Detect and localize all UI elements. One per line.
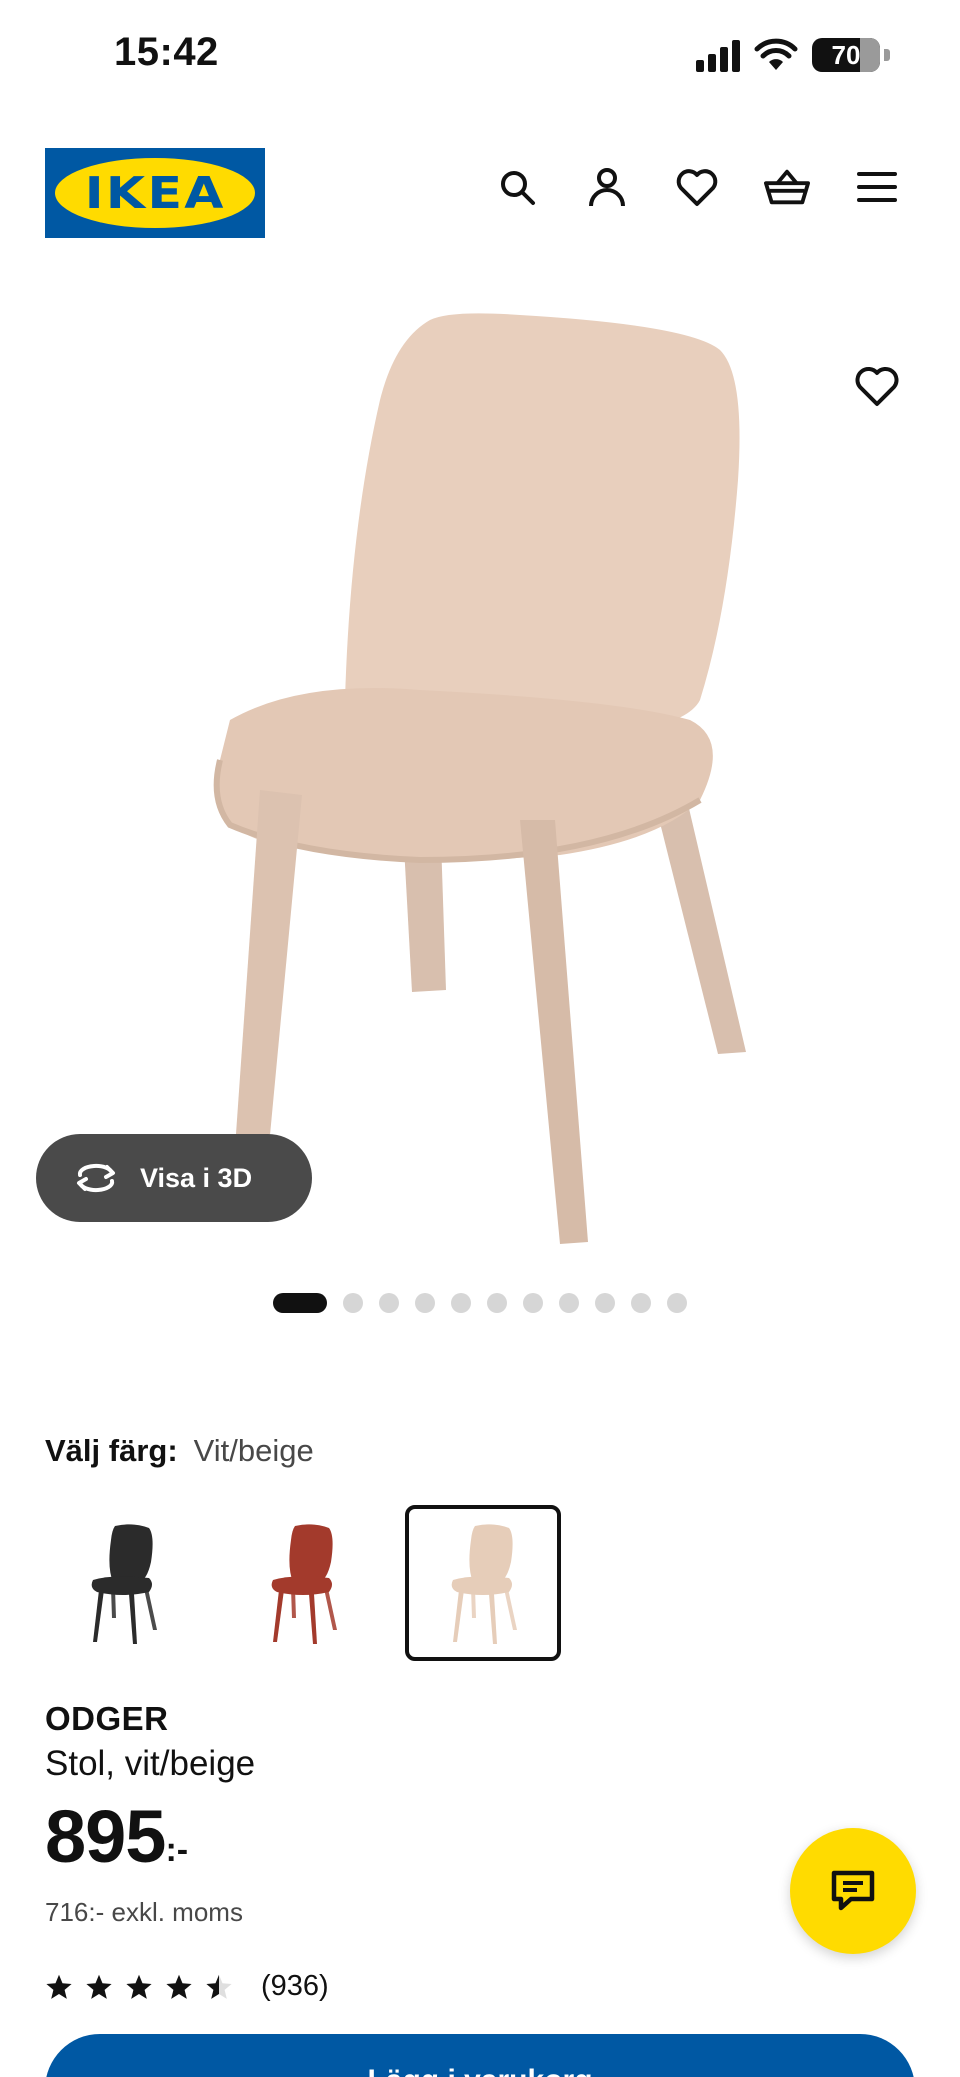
carousel-dot[interactable] bbox=[595, 1293, 615, 1313]
price-suffix: :- bbox=[165, 1831, 189, 1869]
header: IKEA bbox=[0, 140, 960, 240]
product-image[interactable] bbox=[0, 280, 960, 1260]
add-to-cart-label: Lägg i varukorg bbox=[367, 2064, 592, 2077]
basket-icon[interactable] bbox=[764, 164, 810, 210]
chair-thumbnail bbox=[451, 1524, 517, 1644]
star-icon bbox=[166, 1974, 192, 1999]
price-amount: 895 bbox=[45, 1795, 166, 1878]
chair-image bbox=[213, 313, 746, 1244]
rating-stars bbox=[45, 1973, 233, 2001]
battery-cap bbox=[884, 49, 890, 61]
star-icon bbox=[206, 1974, 232, 1999]
favorite-heart-icon[interactable] bbox=[854, 365, 900, 411]
status-time: 15:42 bbox=[114, 30, 219, 74]
price-excl-vat: 716:- exkl. moms bbox=[45, 1897, 243, 1927]
color-value: Vit/beige bbox=[193, 1433, 314, 1468]
status-bar: 15:42 70 bbox=[0, 0, 960, 115]
battery-icon: 70 bbox=[812, 38, 880, 72]
carousel-dot[interactable] bbox=[667, 1293, 687, 1313]
color-selector-label-row: Välj färg: Vit/beige bbox=[45, 1433, 314, 1469]
carousel-dot[interactable] bbox=[343, 1293, 363, 1313]
logo-oval: IKEA bbox=[55, 158, 255, 228]
color-swatch-red[interactable] bbox=[225, 1505, 381, 1661]
status-icons: 70 bbox=[696, 38, 890, 72]
star-icon bbox=[86, 1974, 112, 1999]
star-icon bbox=[46, 1974, 72, 1999]
rotate-3d-icon bbox=[77, 1163, 115, 1193]
signal-icon bbox=[696, 38, 740, 72]
color-label: Välj färg: bbox=[45, 1433, 178, 1468]
header-icons bbox=[494, 164, 900, 210]
view-3d-button[interactable]: Visa i 3D bbox=[36, 1134, 312, 1222]
product-description: Stol, vit/beige bbox=[45, 1744, 256, 1783]
color-swatches bbox=[45, 1505, 561, 1661]
search-icon[interactable] bbox=[494, 164, 540, 210]
ikea-logo[interactable]: IKEA bbox=[45, 148, 265, 238]
logo-text: IKEA bbox=[84, 167, 226, 219]
color-swatch-white-beige[interactable] bbox=[405, 1505, 561, 1661]
menu-icon[interactable] bbox=[854, 164, 900, 210]
review-count[interactable]: (936) bbox=[261, 1970, 329, 2003]
product-rating[interactable]: (936) bbox=[45, 1970, 329, 2003]
chair-thumbnail bbox=[271, 1524, 337, 1644]
carousel-dot[interactable] bbox=[631, 1293, 651, 1313]
color-swatch-black[interactable] bbox=[45, 1505, 201, 1661]
carousel-dot[interactable] bbox=[559, 1293, 579, 1313]
battery-percent: 70 bbox=[831, 39, 861, 70]
view-3d-label: Visa i 3D bbox=[140, 1162, 253, 1193]
carousel-dot[interactable] bbox=[273, 1293, 327, 1313]
carousel-dot[interactable] bbox=[379, 1293, 399, 1313]
carousel-dot[interactable] bbox=[523, 1293, 543, 1313]
chair-thumbnail bbox=[91, 1524, 157, 1644]
carousel-dot[interactable] bbox=[415, 1293, 435, 1313]
add-to-cart-button[interactable]: Lägg i varukorg bbox=[45, 2034, 915, 2077]
image-carousel-dots bbox=[0, 1293, 960, 1313]
heart-icon[interactable] bbox=[674, 164, 720, 210]
account-icon[interactable] bbox=[584, 164, 630, 210]
carousel-dot[interactable] bbox=[451, 1293, 471, 1313]
chat-button[interactable] bbox=[790, 1828, 916, 1954]
chat-icon bbox=[831, 1870, 875, 1911]
product-name: ODGER bbox=[45, 1700, 169, 1737]
carousel-dot[interactable] bbox=[487, 1293, 507, 1313]
star-icon bbox=[126, 1974, 152, 1999]
wifi-icon bbox=[754, 38, 798, 70]
product-price: 895 :- bbox=[45, 1800, 188, 1874]
